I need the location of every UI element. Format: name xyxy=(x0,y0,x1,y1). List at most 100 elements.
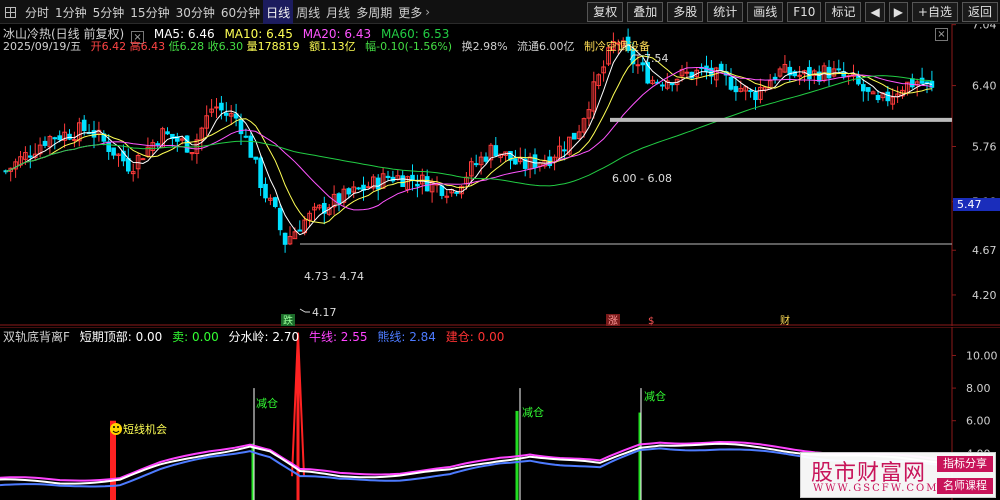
overlay-button[interactable]: 叠加 xyxy=(627,2,664,22)
candle-body[interactable] xyxy=(571,132,577,140)
candle-body[interactable] xyxy=(219,102,224,111)
candle-body[interactable] xyxy=(728,76,734,90)
candle-body[interactable] xyxy=(684,71,690,74)
candle-body[interactable] xyxy=(424,176,430,192)
tab-5min[interactable]: 5分钟 xyxy=(90,0,128,24)
prev-icon[interactable]: ◀ xyxy=(865,2,885,22)
f10-button[interactable]: F10 xyxy=(787,2,822,22)
tab-fenshi[interactable]: 分时 xyxy=(22,0,52,24)
candle-body[interactable] xyxy=(865,87,871,92)
candle-body[interactable] xyxy=(836,68,842,71)
candle-body[interactable] xyxy=(253,156,258,160)
event-marker-dollar[interactable]: $ xyxy=(648,316,654,327)
price-panel[interactable]: 7.046.405.765.184.674.20 7.54 4.17 4.73 … xyxy=(0,19,1000,327)
candle-body[interactable] xyxy=(454,191,459,194)
candle-body[interactable] xyxy=(81,119,87,132)
candle-body[interactable] xyxy=(669,83,675,86)
candle-body[interactable] xyxy=(248,135,254,158)
candle-body[interactable] xyxy=(375,177,381,190)
candle-body[interactable] xyxy=(718,63,724,71)
date-label: 2025/09/19/五 xyxy=(3,40,82,53)
candle-body[interactable] xyxy=(635,64,641,67)
statistics-button[interactable]: 统计 xyxy=(707,2,744,22)
candle-body[interactable] xyxy=(885,91,891,102)
tab-daily[interactable]: 日线 xyxy=(263,0,294,24)
candle-body[interactable] xyxy=(155,143,160,146)
candle-body[interactable] xyxy=(875,95,881,101)
candle-body[interactable] xyxy=(336,193,342,204)
candle-body[interactable] xyxy=(356,187,361,190)
candle-body[interactable] xyxy=(277,207,283,231)
tab-weekly[interactable]: 周线 xyxy=(293,0,323,24)
candle-body[interactable] xyxy=(748,90,753,93)
tab-15min[interactable]: 15分钟 xyxy=(127,0,172,24)
candle-body[interactable] xyxy=(753,91,758,101)
candle-body[interactable] xyxy=(42,140,48,146)
candle-body[interactable] xyxy=(366,186,371,189)
candle-body[interactable] xyxy=(184,135,190,153)
candle-body[interactable] xyxy=(473,163,479,166)
tab-60min[interactable]: 60分钟 xyxy=(218,0,263,24)
candle-body[interactable] xyxy=(513,158,518,165)
candle-body[interactable] xyxy=(106,141,112,152)
restore-rights-button[interactable]: 复权 xyxy=(587,2,624,22)
draw-line-button[interactable]: 画线 xyxy=(747,2,784,22)
turnover-value: 换2.98% xyxy=(461,40,508,53)
candle-body[interactable] xyxy=(224,112,229,116)
candle-body[interactable] xyxy=(297,229,303,232)
candle-body[interactable] xyxy=(238,118,244,135)
tab-monthly[interactable]: 月线 xyxy=(323,0,353,24)
back-button[interactable]: 返回 xyxy=(961,2,998,22)
candle-body[interactable] xyxy=(273,197,278,207)
layout-grid-icon[interactable] xyxy=(2,0,22,24)
candle-body[interactable] xyxy=(111,147,116,156)
ma20-line xyxy=(5,67,932,211)
tab-1min[interactable]: 1分钟 xyxy=(52,0,90,24)
candle-body[interactable] xyxy=(263,183,268,199)
candle-body[interactable] xyxy=(415,183,420,187)
next-icon[interactable]: ▶ xyxy=(888,2,908,22)
candle-body[interactable] xyxy=(57,135,63,141)
candle-body[interactable] xyxy=(733,86,739,93)
candle-body[interactable] xyxy=(924,81,930,84)
tab-more[interactable]: 更多 › xyxy=(395,0,433,24)
candle-body[interactable] xyxy=(214,106,219,109)
candle-body[interactable] xyxy=(861,84,866,92)
candle-body[interactable] xyxy=(243,135,249,138)
candle-body[interactable] xyxy=(400,175,405,188)
candle-body[interactable] xyxy=(919,77,925,84)
candle-body[interactable] xyxy=(826,66,832,79)
close-value: 收6.30 xyxy=(207,40,244,53)
event-marker-cai[interactable]: 财 xyxy=(780,314,790,327)
candle-body[interactable] xyxy=(562,149,567,152)
candle-body[interactable] xyxy=(910,78,915,88)
candle-body[interactable] xyxy=(493,145,499,157)
candle-body[interactable] xyxy=(282,232,288,245)
candle-body[interactable] xyxy=(532,154,538,168)
candle-body[interactable] xyxy=(385,175,391,179)
amount-value: 额1.13亿 xyxy=(309,40,356,53)
candle-body[interactable] xyxy=(807,66,812,80)
candle-body[interactable] xyxy=(772,76,778,80)
bear-line-value: 熊线: 2.84 xyxy=(377,330,436,344)
tab-multi-period[interactable]: 多周期 xyxy=(353,0,395,24)
candle-body[interactable] xyxy=(660,84,665,87)
industry-value[interactable]: 制冷空调设备 xyxy=(584,40,650,53)
candle-body[interactable] xyxy=(52,137,58,140)
candle-body[interactable] xyxy=(258,157,263,188)
candle-body[interactable] xyxy=(165,131,170,135)
candle-body[interactable] xyxy=(126,158,131,172)
mark-button[interactable]: 标记 xyxy=(825,2,862,22)
price-axis-label: 4.67 xyxy=(972,244,997,257)
tab-30min[interactable]: 30分钟 xyxy=(173,0,218,24)
candle-body[interactable] xyxy=(28,155,33,158)
multi-stock-button[interactable]: 多股 xyxy=(667,2,704,22)
add-watchlist-button[interactable]: +自选 xyxy=(911,2,958,22)
candle-body[interactable] xyxy=(439,185,445,196)
candle-body[interactable] xyxy=(346,188,352,195)
candle-body[interactable] xyxy=(483,156,489,162)
panel-close-icon[interactable]: × xyxy=(935,28,948,41)
candle-body[interactable] xyxy=(72,138,77,141)
candle-body[interactable] xyxy=(140,158,146,161)
reduce-signal-1: 减仓 xyxy=(256,396,278,410)
